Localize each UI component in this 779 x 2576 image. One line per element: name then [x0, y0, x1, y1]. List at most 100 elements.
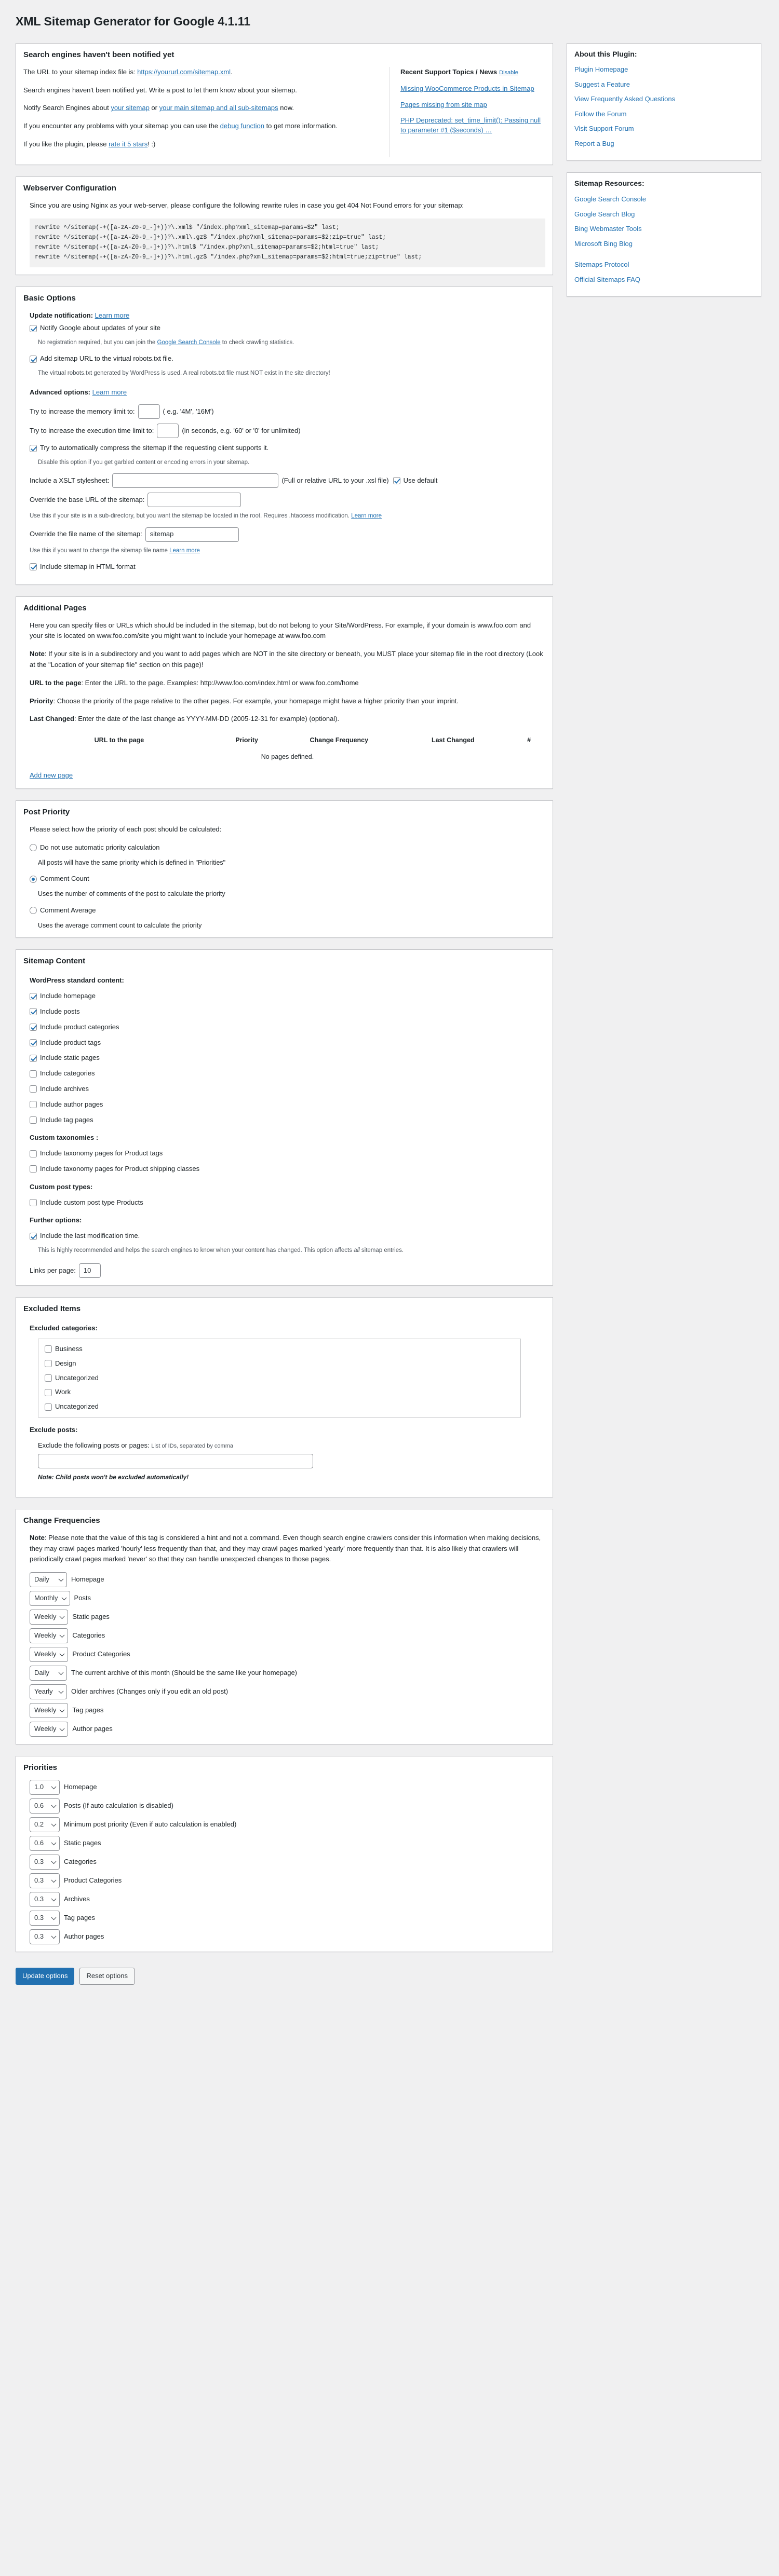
- sidebar-link-google-search-blog[interactable]: Google Search Blog: [574, 210, 635, 218]
- include-categories-row[interactable]: Include categories: [30, 1068, 545, 1079]
- priority-option-comment-average-wrap[interactable]: Comment Average: [30, 905, 96, 916]
- include-archives-row[interactable]: Include archives: [30, 1084, 545, 1095]
- sidebar-link-suggest-feature[interactable]: Suggest a Feature: [574, 80, 630, 88]
- include-author-pages-wrap[interactable]: Include author pages: [30, 1099, 103, 1110]
- change-freq-select-homepage[interactable]: Daily: [30, 1572, 67, 1588]
- sitemap-url-link[interactable]: https://yoururl.com/sitemap.xml: [137, 68, 231, 76]
- excluded-category-work-wrap[interactable]: Work: [45, 1387, 71, 1398]
- priority-option-comment-count-wrap[interactable]: Comment Count: [30, 874, 89, 884]
- change-freq-select-current-archive[interactable]: Daily: [30, 1666, 67, 1681]
- priority-select-homepage[interactable]: 1.0: [30, 1780, 60, 1795]
- include-lastmod-checkbox[interactable]: [30, 1232, 37, 1240]
- include-product-categories-checkbox[interactable]: [30, 1024, 37, 1031]
- include-homepage-checkbox[interactable]: [30, 992, 37, 1000]
- update-options-button[interactable]: Update options: [16, 1968, 75, 1985]
- include-taxonomy-shipping-classes-checkbox[interactable]: [30, 1165, 37, 1173]
- notify-sitemap-link[interactable]: your sitemap: [111, 104, 149, 112]
- sidebar-link-faq[interactable]: View Frequently Asked Questions: [574, 95, 675, 103]
- excluded-category-business-checkbox[interactable]: [45, 1345, 52, 1353]
- news-item-link[interactable]: Missing WooCommerce Products in Sitemap: [400, 85, 534, 92]
- excluded-category-uncategorized-wrap[interactable]: Uncategorized: [45, 1373, 99, 1384]
- advanced-options-learn-more-link[interactable]: Learn more: [92, 388, 127, 396]
- include-taxonomy-product-tags-checkbox[interactable]: [30, 1150, 37, 1157]
- sidebar-link-plugin-homepage[interactable]: Plugin Homepage: [574, 65, 628, 73]
- priority-select-tag-pages[interactable]: 0.3: [30, 1911, 60, 1926]
- priority-option-row[interactable]: Do not use automatic priority calculatio…: [30, 842, 545, 853]
- include-homepage-wrap[interactable]: Include homepage: [30, 991, 96, 1002]
- news-item-link[interactable]: PHP Deprecated: set_time_limit(): Passin…: [400, 116, 541, 134]
- include-product-tags-checkbox[interactable]: [30, 1039, 37, 1046]
- file-name-learn-more-link[interactable]: Learn more: [169, 548, 200, 554]
- priority-option-comment-count-radio[interactable]: [30, 875, 37, 883]
- include-product-tags-wrap[interactable]: Include product tags: [30, 1038, 101, 1048]
- google-search-console-link[interactable]: Google Search Console: [157, 339, 221, 346]
- change-freq-select-categories[interactable]: Weekly: [30, 1628, 69, 1644]
- xslt-stylesheet-input[interactable]: [112, 473, 279, 488]
- xslt-use-default-wrap[interactable]: Use default: [393, 475, 437, 486]
- include-product-categories-row[interactable]: Include product categories: [30, 1022, 545, 1033]
- sidebar-link-official-sitemaps-faq[interactable]: Official Sitemaps FAQ: [574, 276, 640, 283]
- sidebar-link-bing-webmaster-tools[interactable]: Bing Webmaster Tools: [574, 225, 642, 233]
- news-item-link[interactable]: Pages missing from site map: [400, 101, 487, 108]
- include-static-pages-wrap[interactable]: Include static pages: [30, 1053, 100, 1064]
- include-archives-checkbox[interactable]: [30, 1085, 37, 1093]
- priority-select-categories[interactable]: 0.3: [30, 1855, 60, 1870]
- priority-select-product-categories[interactable]: 0.3: [30, 1873, 60, 1889]
- reset-options-button[interactable]: Reset options: [79, 1968, 135, 1985]
- exclude-posts-input[interactable]: [38, 1453, 313, 1468]
- base-url-input[interactable]: [147, 493, 241, 508]
- priority-option-no-auto-radio[interactable]: [30, 844, 37, 852]
- excluded-category-uncategorized-2-checkbox[interactable]: [45, 1403, 52, 1411]
- robots-txt-row[interactable]: Add sitemap URL to the virtual robots.tx…: [30, 353, 545, 364]
- excluded-category-business-wrap[interactable]: Business: [45, 1344, 83, 1355]
- include-tag-pages-checkbox[interactable]: [30, 1116, 37, 1124]
- html-format-checkbox[interactable]: [30, 563, 37, 571]
- priority-select-author-pages[interactable]: 0.3: [30, 1929, 60, 1945]
- include-categories-wrap[interactable]: Include categories: [30, 1068, 95, 1079]
- include-tag-pages-wrap[interactable]: Include tag pages: [30, 1115, 93, 1126]
- change-freq-select-author-pages[interactable]: Weekly: [30, 1722, 69, 1737]
- compress-sitemap-checkbox[interactable]: [30, 444, 37, 452]
- news-disable-link[interactable]: Disable: [499, 70, 518, 76]
- excluded-category-row[interactable]: Design: [45, 1358, 514, 1369]
- add-new-page-link[interactable]: Add new page: [30, 771, 73, 779]
- include-tag-pages-row[interactable]: Include tag pages: [30, 1115, 545, 1126]
- include-author-pages-row[interactable]: Include author pages: [30, 1099, 545, 1110]
- robots-txt-label-wrap[interactable]: Add sitemap URL to the virtual robots.tx…: [30, 353, 173, 364]
- include-custom-post-type-products-wrap[interactable]: Include custom post type Products: [30, 1197, 143, 1208]
- priority-select-static-pages[interactable]: 0.6: [30, 1836, 60, 1851]
- base-url-learn-more-link[interactable]: Learn more: [351, 513, 382, 519]
- xslt-use-default-checkbox[interactable]: [393, 477, 400, 485]
- include-taxonomy-product-tags-wrap[interactable]: Include taxonomy pages for Product tags: [30, 1148, 163, 1159]
- include-static-pages-checkbox[interactable]: [30, 1054, 37, 1062]
- rate-stars-link[interactable]: rate it 5 stars: [109, 140, 147, 148]
- include-product-categories-wrap[interactable]: Include product categories: [30, 1022, 119, 1033]
- include-taxonomy-shipping-classes-wrap[interactable]: Include taxonomy pages for Product shipp…: [30, 1164, 199, 1175]
- change-freq-select-product-categories[interactable]: Weekly: [30, 1647, 69, 1662]
- include-taxonomy-product-tags-row[interactable]: Include taxonomy pages for Product tags: [30, 1148, 545, 1159]
- file-name-input[interactable]: sitemap: [145, 527, 239, 542]
- include-lastmod-row[interactable]: Include the last modification time.: [30, 1231, 545, 1242]
- compress-sitemap-row[interactable]: Try to automatically compress the sitema…: [30, 443, 545, 454]
- excluded-category-design-checkbox[interactable]: [45, 1360, 52, 1368]
- include-author-pages-checkbox[interactable]: [30, 1101, 37, 1109]
- include-custom-post-type-products-row[interactable]: Include custom post type Products: [30, 1197, 545, 1208]
- robots-txt-checkbox[interactable]: [30, 355, 37, 363]
- excluded-category-uncategorized-2-wrap[interactable]: Uncategorized: [45, 1401, 99, 1412]
- include-custom-post-type-products-checkbox[interactable]: [30, 1198, 37, 1206]
- excluded-category-row[interactable]: Uncategorized: [45, 1401, 514, 1412]
- links-per-page-input[interactable]: 10: [78, 1263, 101, 1278]
- change-freq-select-older-archives[interactable]: Yearly: [30, 1684, 67, 1700]
- include-archives-wrap[interactable]: Include archives: [30, 1084, 89, 1095]
- include-homepage-row[interactable]: Include homepage: [30, 991, 545, 1002]
- include-product-tags-row[interactable]: Include product tags: [30, 1038, 545, 1048]
- debug-function-link[interactable]: debug function: [220, 122, 264, 130]
- sidebar-link-google-search-console[interactable]: Google Search Console: [574, 195, 646, 203]
- priority-option-comment-count-row[interactable]: Comment Count: [30, 874, 545, 884]
- include-posts-wrap[interactable]: Include posts: [30, 1006, 80, 1017]
- excluded-category-uncategorized-checkbox[interactable]: [45, 1374, 52, 1382]
- change-freq-select-posts[interactable]: Monthly: [30, 1591, 70, 1606]
- notify-all-sitemaps-link[interactable]: your main sitemap and all sub-sitemaps: [159, 104, 278, 112]
- excluded-category-row[interactable]: Work: [45, 1387, 514, 1398]
- execution-time-input[interactable]: [157, 424, 179, 439]
